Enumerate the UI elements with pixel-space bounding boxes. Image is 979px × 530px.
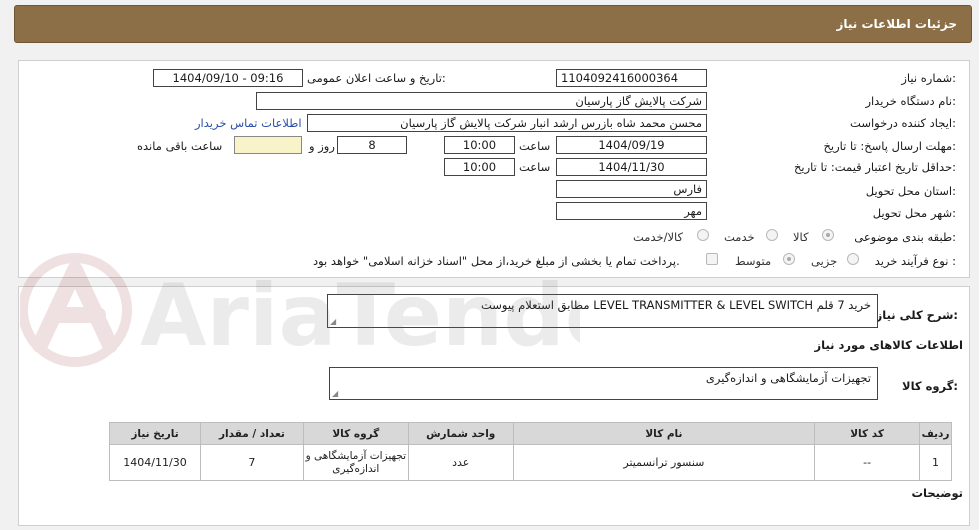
process-radio-minor[interactable] [847, 253, 859, 265]
cell-name: سنسور ترانسمیتر [512, 444, 816, 481]
requester-label: ایجاد کننده درخواست: [850, 116, 956, 130]
goods-group-label: گروه کالا: [902, 379, 958, 393]
table-row: 1 -- سنسور ترانسمیتر عدد تجهیزات آزمایشگ… [109, 444, 952, 481]
deadline-date-field[interactable]: 1404/09/19 [556, 136, 707, 154]
resize-grip-icon[interactable]: ◢ [332, 390, 338, 398]
remaining-label: ساعت باقی مانده [137, 139, 223, 153]
requester-field[interactable]: محسن محمد شاه بازرس ارشد انبار شرکت پالا… [307, 114, 707, 132]
category-option-goods: کالا [793, 230, 809, 244]
deadline-label: مهلت ارسال پاسخ: تا تاریخ: [823, 139, 956, 153]
goods-group-field[interactable]: تجهیزات آزمایشگاهی و اندازه‌گیری ◢ [329, 367, 878, 400]
process-option-minor: جزیی [811, 254, 838, 268]
city-field[interactable]: مهر [556, 202, 707, 220]
cell-date: 1404/11/30 [109, 444, 201, 481]
goods-table-header: ردیف کد کالا نام کالا واحد شمارش گروه کا… [109, 422, 952, 445]
col-unit: واحد شمارش [407, 422, 514, 445]
category-option-goods-service: کالا/خدمت [633, 230, 684, 244]
process-label: نوع فرآیند خرید : [874, 254, 956, 268]
description-label: شرح کلی نیاز: [875, 308, 958, 322]
cell-group: تجهیزات آزمایشگاهی و اندازه‌گیری [302, 444, 409, 481]
resize-grip-icon[interactable]: ◢ [330, 318, 336, 326]
treasury-payment-checkbox[interactable] [706, 253, 718, 265]
province-label: استان محل تحویل: [865, 184, 956, 198]
category-radio-goods-service[interactable] [697, 229, 709, 241]
remaining-time-field[interactable] [234, 136, 302, 154]
validity-time-field[interactable]: 10:00 [444, 158, 515, 176]
page-title: جزئیات اطلاعات نیاز [836, 17, 957, 31]
category-radio-goods[interactable] [822, 229, 834, 241]
notes-label: توضیحات [911, 486, 964, 500]
validity-label: حداقل تاریخ اعتبار قیمت: تا تاریخ: [793, 160, 956, 174]
cell-row: 1 [919, 444, 952, 481]
col-name: نام کالا [512, 422, 816, 445]
category-label: طبقه بندی موضوعی: [854, 230, 956, 244]
goods-group-text: تجهیزات آزمایشگاهی و اندازه‌گیری [705, 371, 871, 385]
validity-date-field[interactable]: 1404/11/30 [556, 158, 707, 176]
col-code: کد کالا [814, 422, 921, 445]
col-group: گروه کالا [302, 422, 409, 445]
category-option-service: خدمت [724, 230, 755, 244]
announce-field[interactable]: 1404/09/10 - 09:16 [153, 69, 303, 87]
col-date: تاریخ نیاز [109, 422, 201, 445]
cell-qty: 7 [200, 444, 304, 481]
deadline-time-label: ساعت [519, 139, 551, 153]
need-number-label: شماره نیاز: [901, 71, 956, 85]
need-number-field[interactable]: 1104092416000364 [556, 69, 707, 87]
buyer-org-field[interactable]: شرکت پالایش گاز پارسیان [256, 92, 707, 110]
treasury-payment-note: پرداخت تمام یا بخشی از مبلغ خرید،از محل … [313, 254, 680, 268]
cell-code: -- [814, 444, 921, 481]
buyer-org-label: نام دستگاه خریدار: [865, 94, 956, 108]
col-row: ردیف [919, 422, 952, 445]
page-frame: جزئیات اطلاعات نیاز شماره نیاز: 11040924… [0, 0, 979, 530]
validity-time-label: ساعت [519, 160, 551, 174]
goods-panel: شرح کلی نیاز: خرید 7 قلم LEVEL TRANSMITT… [18, 286, 970, 526]
goods-section-title: اطلاعات کالاهای مورد نیاز [814, 338, 963, 352]
buyer-contact-link[interactable]: اطلاعات تماس خریدار [195, 116, 302, 130]
cell-unit: عدد [407, 444, 514, 481]
details-panel: شماره نیاز: 1104092416000364 تاریخ و ساع… [18, 60, 970, 278]
page-header: جزئیات اطلاعات نیاز [14, 5, 972, 43]
description-field[interactable]: خرید 7 قلم LEVEL TRANSMITTER & LEVEL SWI… [327, 294, 878, 328]
process-radio-medium[interactable] [783, 253, 795, 265]
days-field[interactable]: 8 [337, 136, 407, 154]
col-qty: تعداد / مقدار [200, 422, 304, 445]
deadline-time-field[interactable]: 10:00 [444, 136, 515, 154]
days-label: روز و [309, 139, 335, 153]
province-field[interactable]: فارس [556, 180, 707, 198]
goods-table: ردیف کد کالا نام کالا واحد شمارش گروه کا… [109, 422, 952, 481]
process-option-medium: متوسط [735, 254, 772, 268]
city-label: شهر محل تحویل: [872, 206, 956, 220]
description-text: خرید 7 قلم LEVEL TRANSMITTER & LEVEL SWI… [480, 298, 871, 312]
announce-label: تاریخ و ساعت اعلان عمومی: [307, 71, 446, 85]
category-radio-service[interactable] [766, 229, 778, 241]
